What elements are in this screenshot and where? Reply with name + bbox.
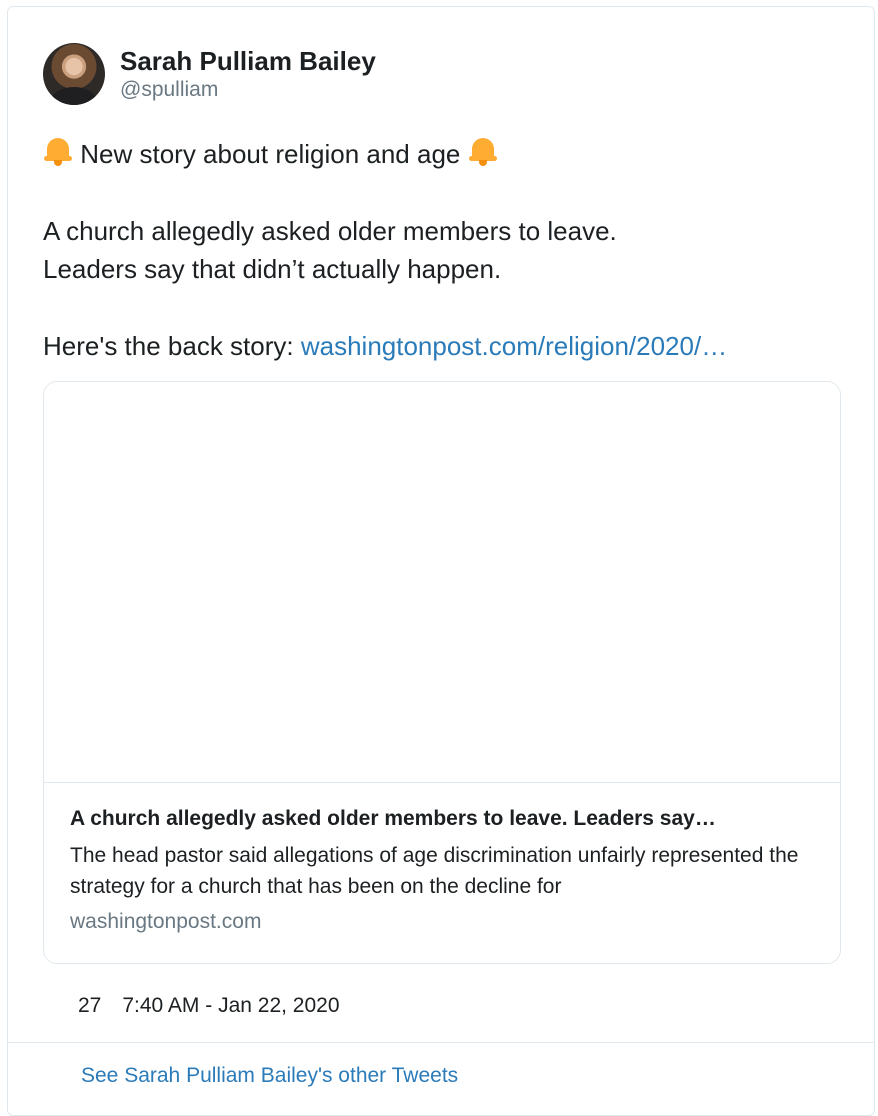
avatar[interactable] xyxy=(43,43,105,105)
avatar-shoulders xyxy=(51,87,97,105)
tweet-line-2: A church allegedly asked older members t… xyxy=(43,216,617,246)
tweet-line-3: Leaders say that didn’t actually happen. xyxy=(43,254,502,284)
divider xyxy=(8,1042,874,1043)
link-preview-card[interactable]: A church allegedly asked older members t… xyxy=(43,381,841,964)
author-names: Sarah Pulliam Bailey @spulliam xyxy=(120,45,376,103)
tweet-line-4: Here's the back story: washingtonpost.co… xyxy=(43,327,843,365)
tweet-meta: 27 7:40 AM - Jan 22, 2020 xyxy=(78,992,340,1020)
tweet-text: New story about religion and age A churc… xyxy=(43,135,843,365)
timestamp[interactable]: 7:40 AM - Jan 22, 2020 xyxy=(122,992,339,1020)
card-image xyxy=(44,382,840,783)
card-description: The head pastor said allegations of age … xyxy=(70,844,799,898)
other-tweets-link[interactable]: See Sarah Pulliam Bailey's other Tweets xyxy=(81,1062,458,1090)
embedded-tweet: Sarah Pulliam Bailey @spulliam New story… xyxy=(7,6,875,1116)
tweet-header: Sarah Pulliam Bailey @spulliam xyxy=(43,41,376,107)
like-count[interactable]: 27 xyxy=(78,992,101,1020)
card-body: A church allegedly asked older members t… xyxy=(44,783,840,936)
tweet-line-4-prefix: Here's the back story: xyxy=(43,331,301,361)
tweet-line-1: New story about religion and age xyxy=(43,135,843,173)
bell-icon xyxy=(43,136,73,166)
article-link[interactable]: washingtonpost.com/religion/2020/… xyxy=(301,331,727,361)
author-handle[interactable]: @spulliam xyxy=(120,77,376,103)
card-domain: washingtonpost.com xyxy=(70,910,262,933)
card-title: A church allegedly asked older members t… xyxy=(70,807,716,830)
tweet-line-1-text: New story about religion and age xyxy=(80,139,461,169)
author-display-name[interactable]: Sarah Pulliam Bailey xyxy=(120,45,376,77)
bell-icon xyxy=(468,136,498,166)
